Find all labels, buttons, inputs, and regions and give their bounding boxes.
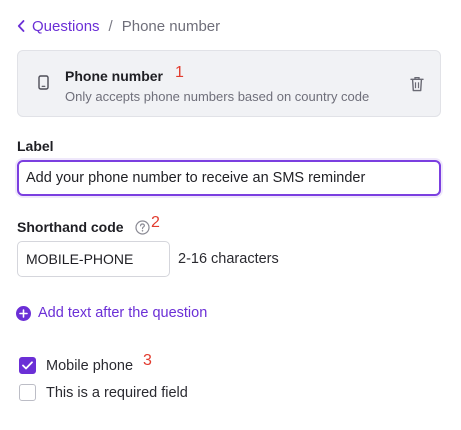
shorthand-code-input[interactable] (17, 241, 170, 277)
question-type-card: Phone number Only accepts phone numbers … (17, 50, 441, 117)
question-circle-icon[interactable] (135, 220, 150, 235)
annotation-marker-3: 3 (143, 352, 152, 369)
label-field-label: Label (17, 138, 54, 154)
mobile-phone-label: Mobile phone (46, 357, 134, 374)
smartphone-icon (38, 75, 49, 90)
label-input[interactable] (17, 160, 441, 196)
annotation-marker-2: 2 (151, 214, 160, 231)
breadcrumb: Questions / Phone number (17, 17, 220, 35)
breadcrumb-back-link[interactable]: Questions (17, 18, 100, 35)
required-field-checkbox[interactable] (19, 384, 36, 401)
breadcrumb-separator: / (108, 17, 113, 35)
add-text-label: Add text after the question (38, 305, 208, 321)
required-field-label: This is a required field (46, 384, 188, 401)
question-type-description: Only accepts phone numbers based on coun… (65, 89, 370, 104)
mobile-phone-option[interactable]: Mobile phone (19, 357, 133, 374)
shorthand-hint: 2-16 characters (178, 251, 279, 267)
check-icon (22, 361, 33, 370)
required-field-option[interactable]: This is a required field (19, 384, 188, 401)
shorthand-label: Shorthand code (17, 219, 124, 235)
question-type-title: Phone number (65, 68, 164, 84)
mobile-phone-checkbox[interactable] (19, 357, 36, 374)
annotation-marker-1: 1 (175, 64, 184, 81)
trash-icon[interactable] (410, 76, 424, 92)
plus-circle-icon (16, 305, 31, 321)
chevron-left-icon (17, 20, 25, 32)
breadcrumb-current: Phone number (121, 17, 221, 35)
add-text-after-question-button[interactable]: Add text after the question (16, 305, 207, 321)
breadcrumb-back-label: Questions (32, 17, 100, 35)
